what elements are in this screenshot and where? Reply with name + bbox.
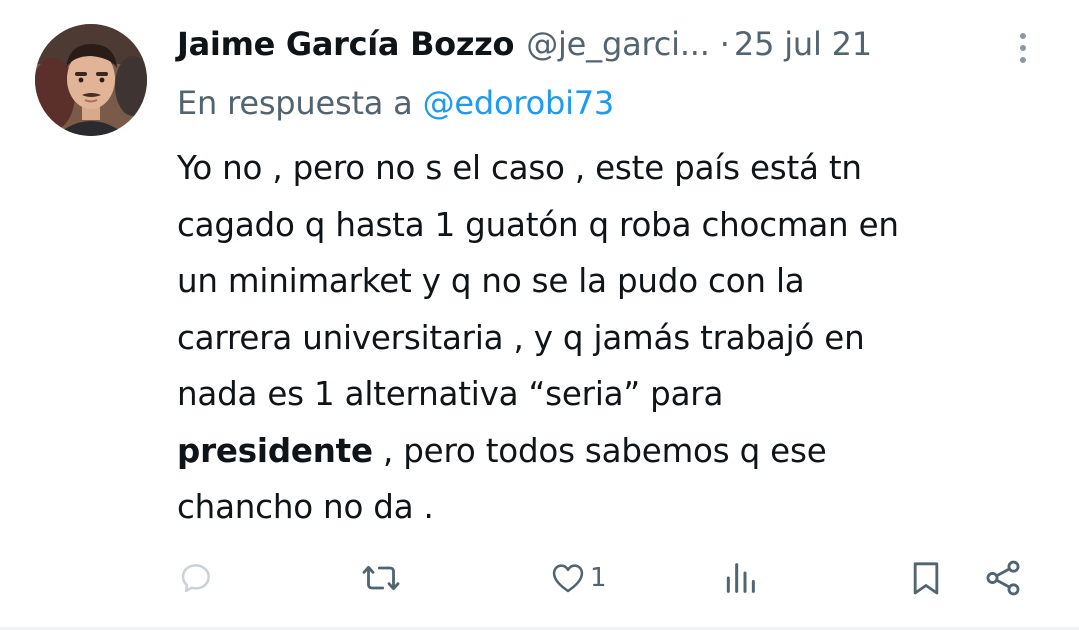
- share-button[interactable]: [982, 553, 1024, 603]
- avatar-image: [35, 24, 147, 136]
- tweet-text: Yo no , pero no s el caso , este país es…: [177, 140, 1047, 536]
- tweet-text-line: un minimarket y q no se la pudo con la: [177, 262, 805, 300]
- views-icon: [726, 563, 755, 593]
- bold-word: presidente: [177, 431, 373, 470]
- like-count: 1: [590, 563, 607, 593]
- heart-icon: [552, 564, 584, 593]
- retweet-icon: [362, 565, 400, 591]
- like-button[interactable]: 1: [548, 553, 607, 603]
- reply-mention-link[interactable]: @edorobi73: [423, 84, 615, 122]
- tweet-header: Jaime García Bozzo @je_garci... · 25 jul…: [177, 22, 997, 66]
- bookmark-icon: [913, 562, 939, 595]
- comment-icon: [181, 564, 210, 593]
- share-icon: [986, 560, 1020, 596]
- more-options-button[interactable]: [1008, 28, 1038, 68]
- tweet-date[interactable]: 25 jul 21: [734, 22, 872, 66]
- views-button[interactable]: [720, 553, 760, 603]
- author-name[interactable]: Jaime García Bozzo: [177, 22, 514, 66]
- action-bar: 1: [0, 553, 1079, 603]
- tweet-text-line: cagado q hasta 1 guatón q roba chocman e…: [177, 205, 899, 244]
- tweet-text-fragment: , pero todos sabemos q ese: [372, 431, 827, 470]
- tweet-text-line: chancho no da .: [177, 488, 434, 526]
- bookmark-button[interactable]: [906, 553, 946, 603]
- tweet-text-line: presidente , pero todos sabemos q ese: [177, 423, 1047, 480]
- avatar[interactable]: [35, 24, 147, 136]
- tweet[interactable]: Jaime García Bozzo @je_garci... · 25 jul…: [0, 0, 1079, 630]
- tweet-text-line: nada es 1 alternativa “seria” para: [177, 375, 724, 413]
- tweet-text-line: carrera universitaria , y q jamás trabaj…: [177, 318, 865, 357]
- separator-dot: ·: [719, 25, 730, 63]
- reply-prefix: En respuesta a: [177, 84, 423, 122]
- reply-context: En respuesta a @edorobi73: [177, 80, 614, 126]
- author-handle[interactable]: @je_garci...: [526, 22, 710, 66]
- tweet-text-line: Yo no , pero no s el caso , este país es…: [177, 149, 862, 187]
- more-vertical-icon: [1020, 33, 1026, 63]
- reply-button[interactable]: [176, 553, 216, 603]
- retweet-button[interactable]: [360, 553, 402, 603]
